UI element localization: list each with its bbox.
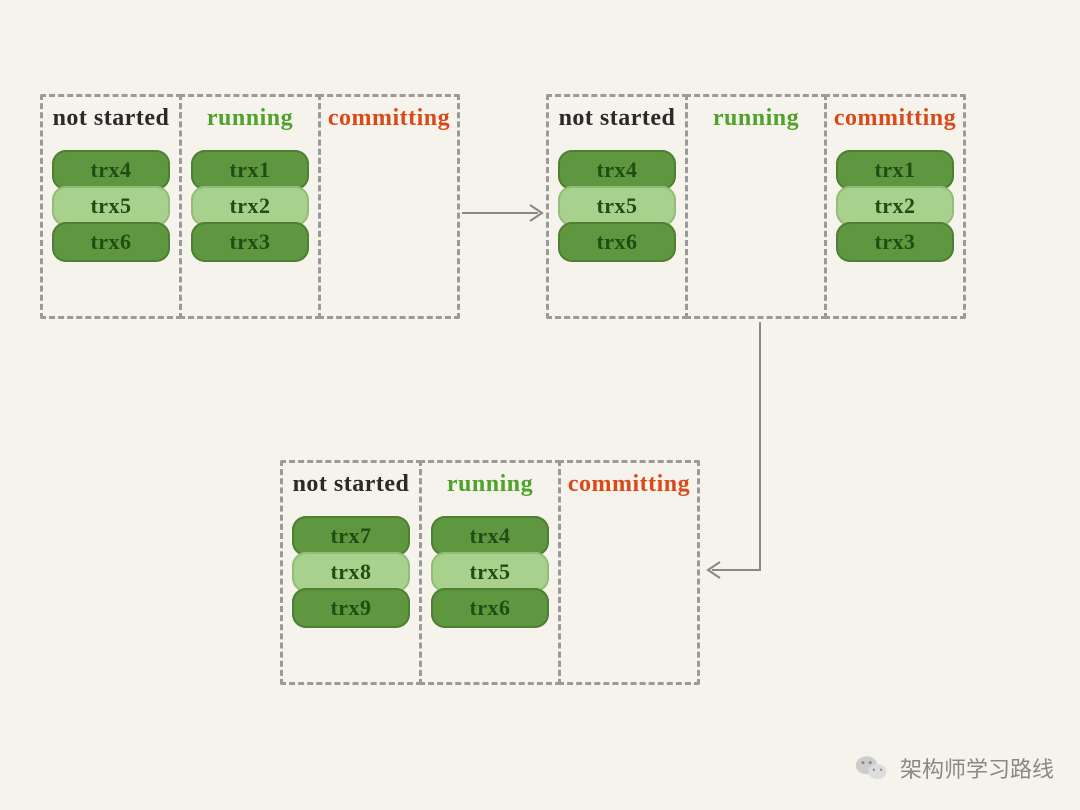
trx-pill: trx5 <box>52 186 170 226</box>
trx-pill: trx5 <box>558 186 676 226</box>
col-committing: committing <box>558 460 700 685</box>
trx-pill: trx1 <box>836 150 954 190</box>
trx-pill: trx3 <box>836 222 954 262</box>
trx-pill: trx6 <box>52 222 170 262</box>
stage-3: not started trx7 trx8 trx9 running trx4 … <box>280 460 700 685</box>
footer-label: 架构师学习路线 <box>900 752 1054 784</box>
footer-watermark: 架构师学习路线 <box>854 750 1054 786</box>
trx-pill: trx9 <box>292 588 410 628</box>
header-running: running <box>428 471 552 498</box>
trx-pill: trx2 <box>191 186 309 226</box>
stack-not-started: trx4 trx5 trx6 <box>555 144 679 262</box>
header-not-started: not started <box>555 105 679 132</box>
header-running: running <box>694 105 818 132</box>
arrow-stage1-to-stage2 <box>460 198 550 228</box>
stack-running: trx1 trx2 trx3 <box>188 144 312 262</box>
col-committing: committing <box>318 94 460 319</box>
wechat-icon <box>854 750 890 786</box>
col-not-started: not started trx4 trx5 trx6 <box>40 94 182 319</box>
trx-pill: trx4 <box>52 150 170 190</box>
trx-pill: trx6 <box>558 222 676 262</box>
trx-pill: trx3 <box>191 222 309 262</box>
header-committing: committing <box>327 105 451 132</box>
col-not-started: not started trx4 trx5 trx6 <box>546 94 688 319</box>
header-not-started: not started <box>289 471 413 498</box>
header-not-started: not started <box>49 105 173 132</box>
header-running: running <box>188 105 312 132</box>
col-running: running trx1 trx2 trx3 <box>179 94 321 319</box>
trx-pill: trx4 <box>431 516 549 556</box>
stack-not-started: trx7 trx8 trx9 <box>289 510 413 628</box>
arrow-stage2-to-stage3 <box>700 320 800 580</box>
trx-pill: trx6 <box>431 588 549 628</box>
stack-committing: trx1 trx2 trx3 <box>833 144 957 262</box>
trx-pill: trx1 <box>191 150 309 190</box>
header-committing: committing <box>833 105 957 132</box>
stage-1: not started trx4 trx5 trx6 running trx1 … <box>40 94 460 319</box>
stack-not-started: trx4 trx5 trx6 <box>49 144 173 262</box>
col-running: running trx4 trx5 trx6 <box>419 460 561 685</box>
header-committing: committing <box>567 471 691 498</box>
stack-running: trx4 trx5 trx6 <box>428 510 552 628</box>
col-running: running <box>685 94 827 319</box>
trx-pill: trx7 <box>292 516 410 556</box>
trx-pill: trx2 <box>836 186 954 226</box>
stage-2: not started trx4 trx5 trx6 running commi… <box>546 94 966 319</box>
trx-pill: trx8 <box>292 552 410 592</box>
trx-pill: trx5 <box>431 552 549 592</box>
trx-pill: trx4 <box>558 150 676 190</box>
col-committing: committing trx1 trx2 trx3 <box>824 94 966 319</box>
col-not-started: not started trx7 trx8 trx9 <box>280 460 422 685</box>
